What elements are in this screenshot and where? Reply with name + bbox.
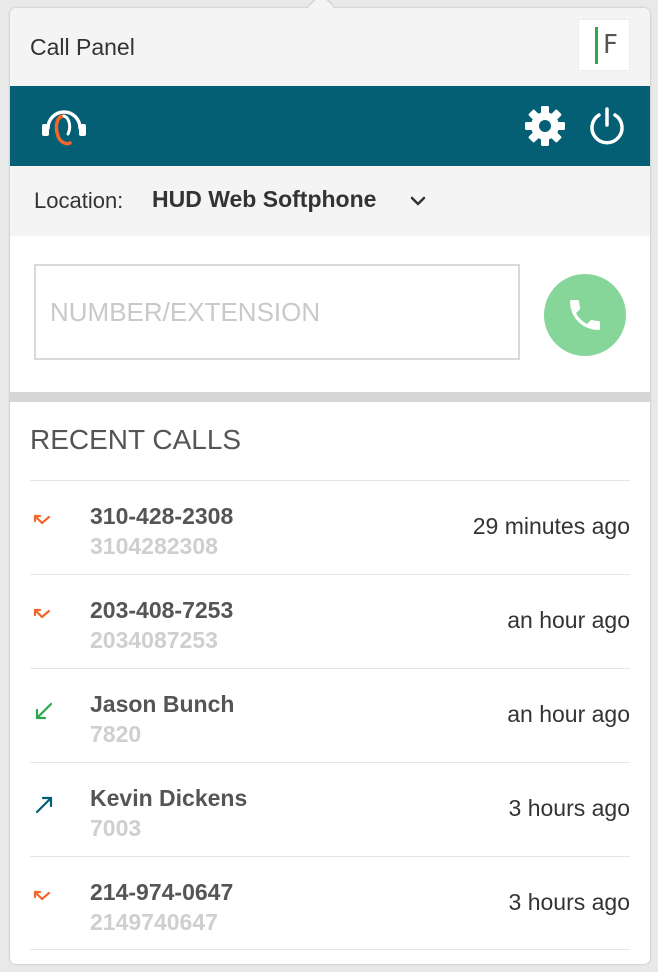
recent-calls-title: RECENT CALLS — [30, 424, 242, 455]
missed-call-icon — [33, 890, 51, 901]
missed-call-icon — [33, 608, 51, 619]
call-row[interactable]: 214-974-0647 2149740647 3 hours ago — [30, 856, 630, 950]
location-bar: Location: HUD Web Softphone — [10, 166, 650, 236]
incoming-call-icon — [35, 702, 53, 720]
call-time: 3 hours ago — [508, 889, 630, 915]
number-extension-input[interactable] — [34, 264, 520, 360]
call-name: 203-408-7253 — [90, 597, 234, 623]
fonality-logo: F — [578, 19, 630, 71]
gear-icon[interactable] — [524, 105, 566, 147]
call-panel: Call Panel F Location: HUD Web Softphone… — [10, 8, 650, 964]
location-label: Location: — [34, 188, 124, 213]
recent-calls-list: 310-428-2308 3104282308 29 minutes ago 203-… — [30, 480, 630, 950]
call-row[interactable]: Kevin Dickens 7003 3 hours ago — [30, 762, 630, 856]
power-icon[interactable] — [586, 105, 628, 147]
headset-icon — [42, 110, 86, 146]
call-number: 3104282308 — [90, 533, 218, 559]
call-name: 310-428-2308 — [90, 503, 234, 529]
call-row[interactable]: Jason Bunch 7820 an hour ago — [30, 668, 630, 762]
chevron-down-icon[interactable] — [408, 194, 428, 208]
app-frame: Call Panel F Location: HUD Web Softphone… — [0, 0, 658, 972]
toolbar — [10, 86, 650, 166]
call-name: Jason Bunch — [90, 691, 235, 717]
call-number: 7003 — [90, 815, 142, 841]
call-time: an hour ago — [507, 607, 630, 633]
section-divider — [10, 392, 650, 402]
panel-title: Call Panel — [30, 34, 135, 60]
title-bar: Call Panel F — [10, 8, 650, 86]
call-time: an hour ago — [507, 701, 630, 727]
call-row[interactable]: 203-408-7253 2034087253 an hour ago — [30, 574, 630, 668]
call-name: 214-974-0647 — [90, 879, 234, 905]
call-time: 29 minutes ago — [472, 513, 630, 539]
call-button[interactable] — [544, 274, 626, 356]
phone-icon — [570, 300, 600, 330]
call-row[interactable]: 310-428-2308 3104282308 29 minutes ago — [30, 480, 630, 574]
logo-letter: F — [603, 30, 618, 60]
logo-bar — [595, 27, 598, 64]
location-select[interactable]: HUD Web Softphone — [152, 186, 376, 213]
call-name: Kevin Dickens — [90, 785, 248, 811]
missed-call-icon — [33, 514, 51, 525]
outgoing-call-icon — [35, 796, 53, 814]
call-number: 2149740647 — [90, 909, 218, 935]
call-time: 3 hours ago — [508, 795, 630, 821]
call-number: 2034087253 — [90, 627, 218, 653]
call-number: 7820 — [90, 721, 142, 747]
